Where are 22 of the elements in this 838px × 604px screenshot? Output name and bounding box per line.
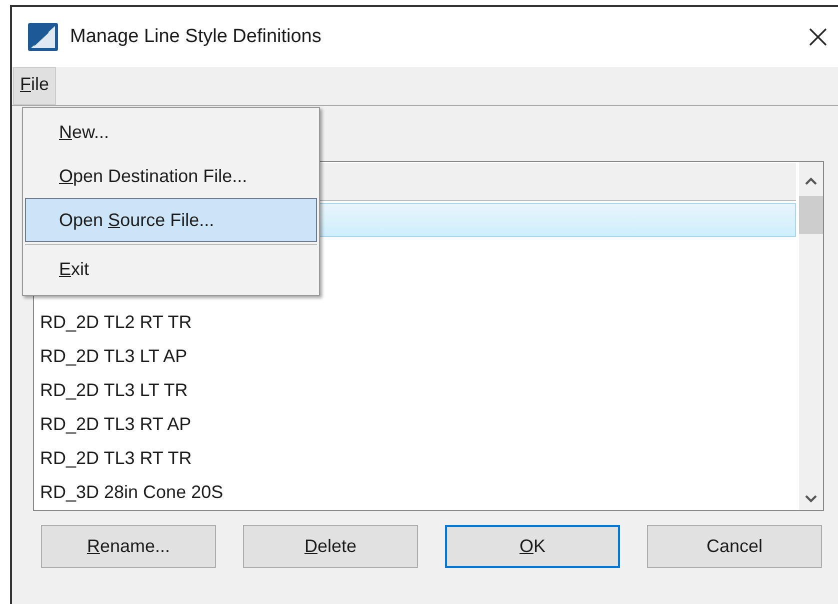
menu-item[interactable]: New... bbox=[25, 110, 317, 154]
scrollbar[interactable] bbox=[799, 162, 823, 510]
menu-bar-item[interactable]: File bbox=[13, 67, 56, 105]
menu-item[interactable]: Exit bbox=[25, 247, 317, 291]
list-item[interactable]: RD_2D TL2 RT TR bbox=[37, 305, 796, 339]
scroll-thumb[interactable] bbox=[799, 196, 823, 234]
menu-item[interactable]: Open Destination File... bbox=[25, 154, 317, 198]
dialog-button[interactable]: OK bbox=[445, 525, 620, 568]
dialog-button[interactable]: Rename... bbox=[41, 525, 216, 568]
scroll-up-icon[interactable] bbox=[804, 176, 818, 186]
list-item[interactable]: RD_2D TL3 LT AP bbox=[37, 339, 796, 373]
list-item[interactable]: RD_2D TL3 RT TR bbox=[37, 441, 796, 475]
list-item[interactable]: RD_2D TL3 RT AP bbox=[37, 407, 796, 441]
close-icon[interactable] bbox=[808, 27, 828, 47]
menu-item[interactable]: Open Source File... bbox=[25, 198, 317, 242]
dialog-button[interactable]: Cancel bbox=[647, 525, 822, 568]
list-item[interactable]: RD_2D TL3 LT TR bbox=[37, 373, 796, 407]
scroll-down-icon[interactable] bbox=[804, 494, 818, 504]
app-icon bbox=[28, 23, 58, 51]
list-item[interactable]: RD_3D 28in Cone 20S bbox=[37, 475, 796, 509]
dialog-button[interactable]: Delete bbox=[243, 525, 418, 568]
window-title: Manage Line Style Definitions bbox=[70, 26, 322, 48]
